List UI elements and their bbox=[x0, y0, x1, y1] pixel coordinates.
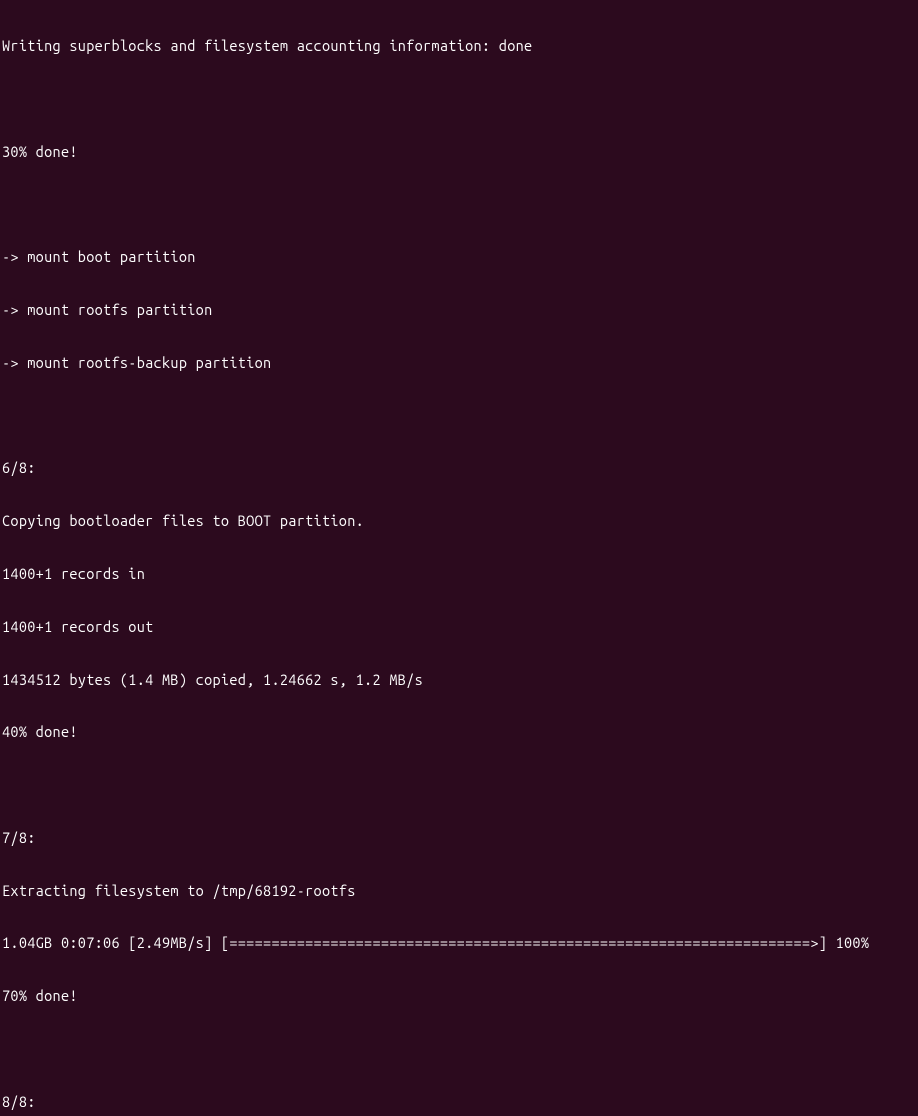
output-line bbox=[2, 407, 916, 425]
output-line: Extracting filesystem to /tmp/68192-root… bbox=[2, 882, 916, 900]
output-line: 1.04GB 0:07:06 [2.49MB/s] [=============… bbox=[2, 934, 916, 952]
output-line: 30% done! bbox=[2, 143, 916, 161]
output-line: 1434512 bytes (1.4 MB) copied, 1.24662 s… bbox=[2, 671, 916, 689]
output-line: 1400+1 records in bbox=[2, 565, 916, 583]
terminal-output[interactable]: Writing superblocks and filesystem accou… bbox=[2, 2, 916, 1116]
output-line: 7/8: bbox=[2, 829, 916, 847]
output-line: -> mount rootfs-backup partition bbox=[2, 354, 916, 372]
output-line bbox=[2, 90, 916, 108]
output-line: Copying bootloader files to BOOT partiti… bbox=[2, 512, 916, 530]
output-line: 70% done! bbox=[2, 987, 916, 1005]
output-line: 40% done! bbox=[2, 723, 916, 741]
output-line bbox=[2, 776, 916, 794]
output-line bbox=[2, 196, 916, 214]
output-line: Writing superblocks and filesystem accou… bbox=[2, 37, 916, 55]
output-line: -> mount rootfs partition bbox=[2, 301, 916, 319]
output-line: 8/8: bbox=[2, 1093, 916, 1111]
output-line: -> mount boot partition bbox=[2, 248, 916, 266]
output-line bbox=[2, 1040, 916, 1058]
output-line: 6/8: bbox=[2, 459, 916, 477]
output-line: 1400+1 records out bbox=[2, 618, 916, 636]
